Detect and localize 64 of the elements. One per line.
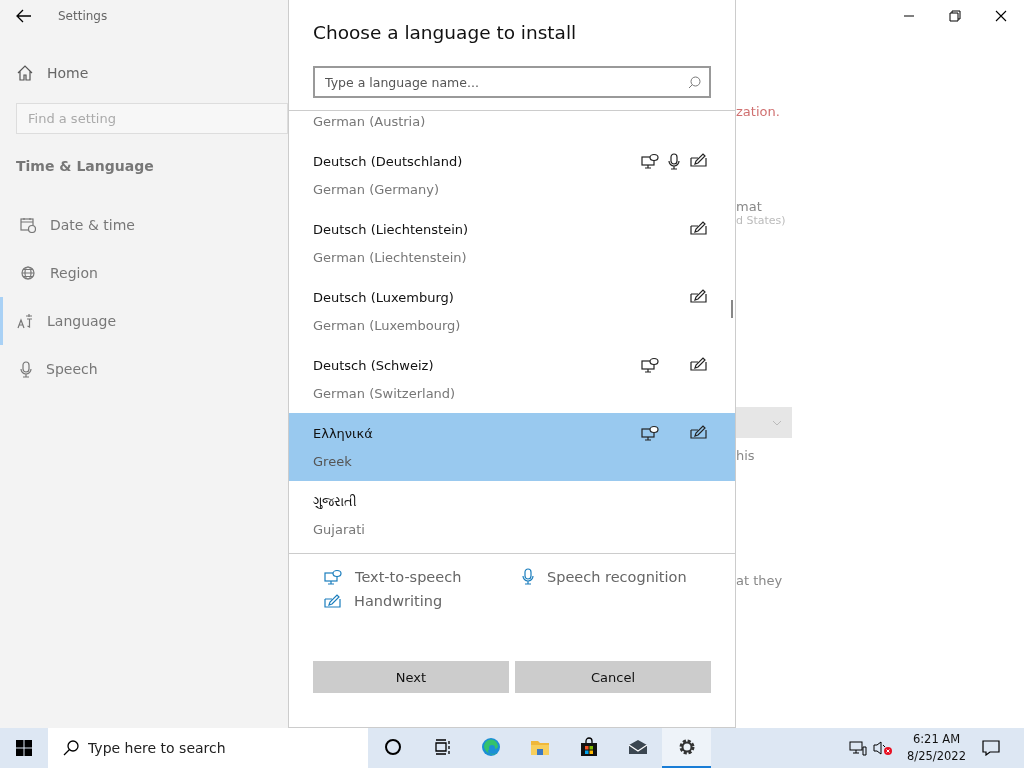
- chevron-icon: [772, 419, 782, 426]
- language-name: Deutsch (Liechtenstein): [313, 221, 470, 239]
- search-field[interactable]: Type a language name...: [313, 66, 711, 98]
- section-heading: Time & Language: [16, 158, 155, 176]
- globe-icon: [20, 265, 36, 281]
- muted-speaker-icon[interactable]: [873, 740, 894, 756]
- microphone-icon: [20, 360, 32, 378]
- language-subtitle: German (Germany): [313, 181, 441, 197]
- nav-item[interactable]: Speech: [0, 345, 288, 393]
- legend-item: Text-to-speech: [324, 568, 522, 585]
- search-icon: [63, 740, 79, 756]
- language-subtitle: German (Luxembourg): [313, 317, 462, 333]
- browser-icon: [480, 737, 501, 757]
- scrollbar-thumb[interactable]: [731, 300, 733, 318]
- legend-item: Speech recognition: [522, 568, 722, 585]
- network-icon[interactable]: [849, 740, 868, 756]
- cancel-button[interactable]: Cancel: [515, 661, 711, 693]
- language-subtitle: German (Liechtenstein): [313, 249, 468, 265]
- language-subtitle: German (Switzerland): [313, 385, 457, 401]
- shopping-bag-icon: [578, 737, 599, 757]
- language-name: ગુજરાતી: [313, 493, 358, 511]
- home-link[interactable]: Home: [0, 53, 89, 93]
- notification-icon[interactable]: [982, 740, 1000, 756]
- envelope-icon: [627, 737, 648, 757]
- dialog-title: Choose a language to install: [312, 21, 578, 45]
- language-name: Deutsch (Schweiz): [313, 357, 435, 375]
- close-icon[interactable]: [995, 10, 1007, 22]
- nav-item[interactable]: Region: [0, 249, 288, 297]
- language-row[interactable]: German (Austria): [289, 111, 735, 141]
- language-row[interactable]: Deutsch (Luxemburg) German (Luxembourg): [289, 277, 735, 345]
- calendar-icon: [20, 217, 36, 233]
- chat-monitor-icon: [324, 568, 342, 585]
- language-name: Ελληνικά: [313, 425, 374, 443]
- next-button[interactable]: Next: [313, 661, 509, 693]
- language-subtitle: Greek: [313, 453, 353, 469]
- language-name: Deutsch (Deutschland): [313, 153, 464, 171]
- clock[interactable]: 6:21 AM 8/25/2022: [907, 731, 966, 765]
- language-row[interactable]: Ελληνικά Greek: [289, 413, 735, 481]
- text-fragment: his: [736, 448, 755, 463]
- window-title: Settings: [58, 9, 108, 23]
- language-subtitle: Gujarati: [313, 521, 366, 537]
- circle-icon: [382, 737, 403, 757]
- search-icon: [688, 76, 701, 89]
- search-field[interactable]: Type here to search: [48, 728, 368, 768]
- microphone-icon: [522, 568, 534, 585]
- language-row[interactable]: ગુજરાતી Gujarati: [289, 481, 735, 549]
- language-name: Deutsch (Luxemburg): [313, 289, 455, 307]
- language-subtitle: German (Austria): [313, 113, 427, 129]
- start-icon[interactable]: [16, 740, 32, 756]
- language-icon: [17, 313, 33, 329]
- text-fragment: d States): [736, 214, 786, 227]
- language-row[interactable]: Deutsch (Schweiz) German (Switzerland): [289, 345, 735, 413]
- pen-on-box-icon: [324, 594, 341, 608]
- taskbar-app[interactable]: [662, 728, 711, 768]
- text-fragment: at they: [736, 573, 783, 588]
- language-row[interactable]: Deutsch (Deutschland) German (Germany): [289, 141, 735, 209]
- home-icon: [17, 65, 33, 81]
- language-row[interactable]: Deutsch (Liechtenstein) German (Liechtenstein): [289, 209, 735, 277]
- back-arrow-icon[interactable]: [16, 9, 32, 23]
- nav-item[interactable]: Date & time: [0, 201, 288, 249]
- text-fragment: zation.: [736, 104, 780, 119]
- restore-icon[interactable]: [949, 10, 961, 22]
- text-fragment: mat: [736, 199, 762, 214]
- legend-item: Handwriting: [324, 593, 522, 609]
